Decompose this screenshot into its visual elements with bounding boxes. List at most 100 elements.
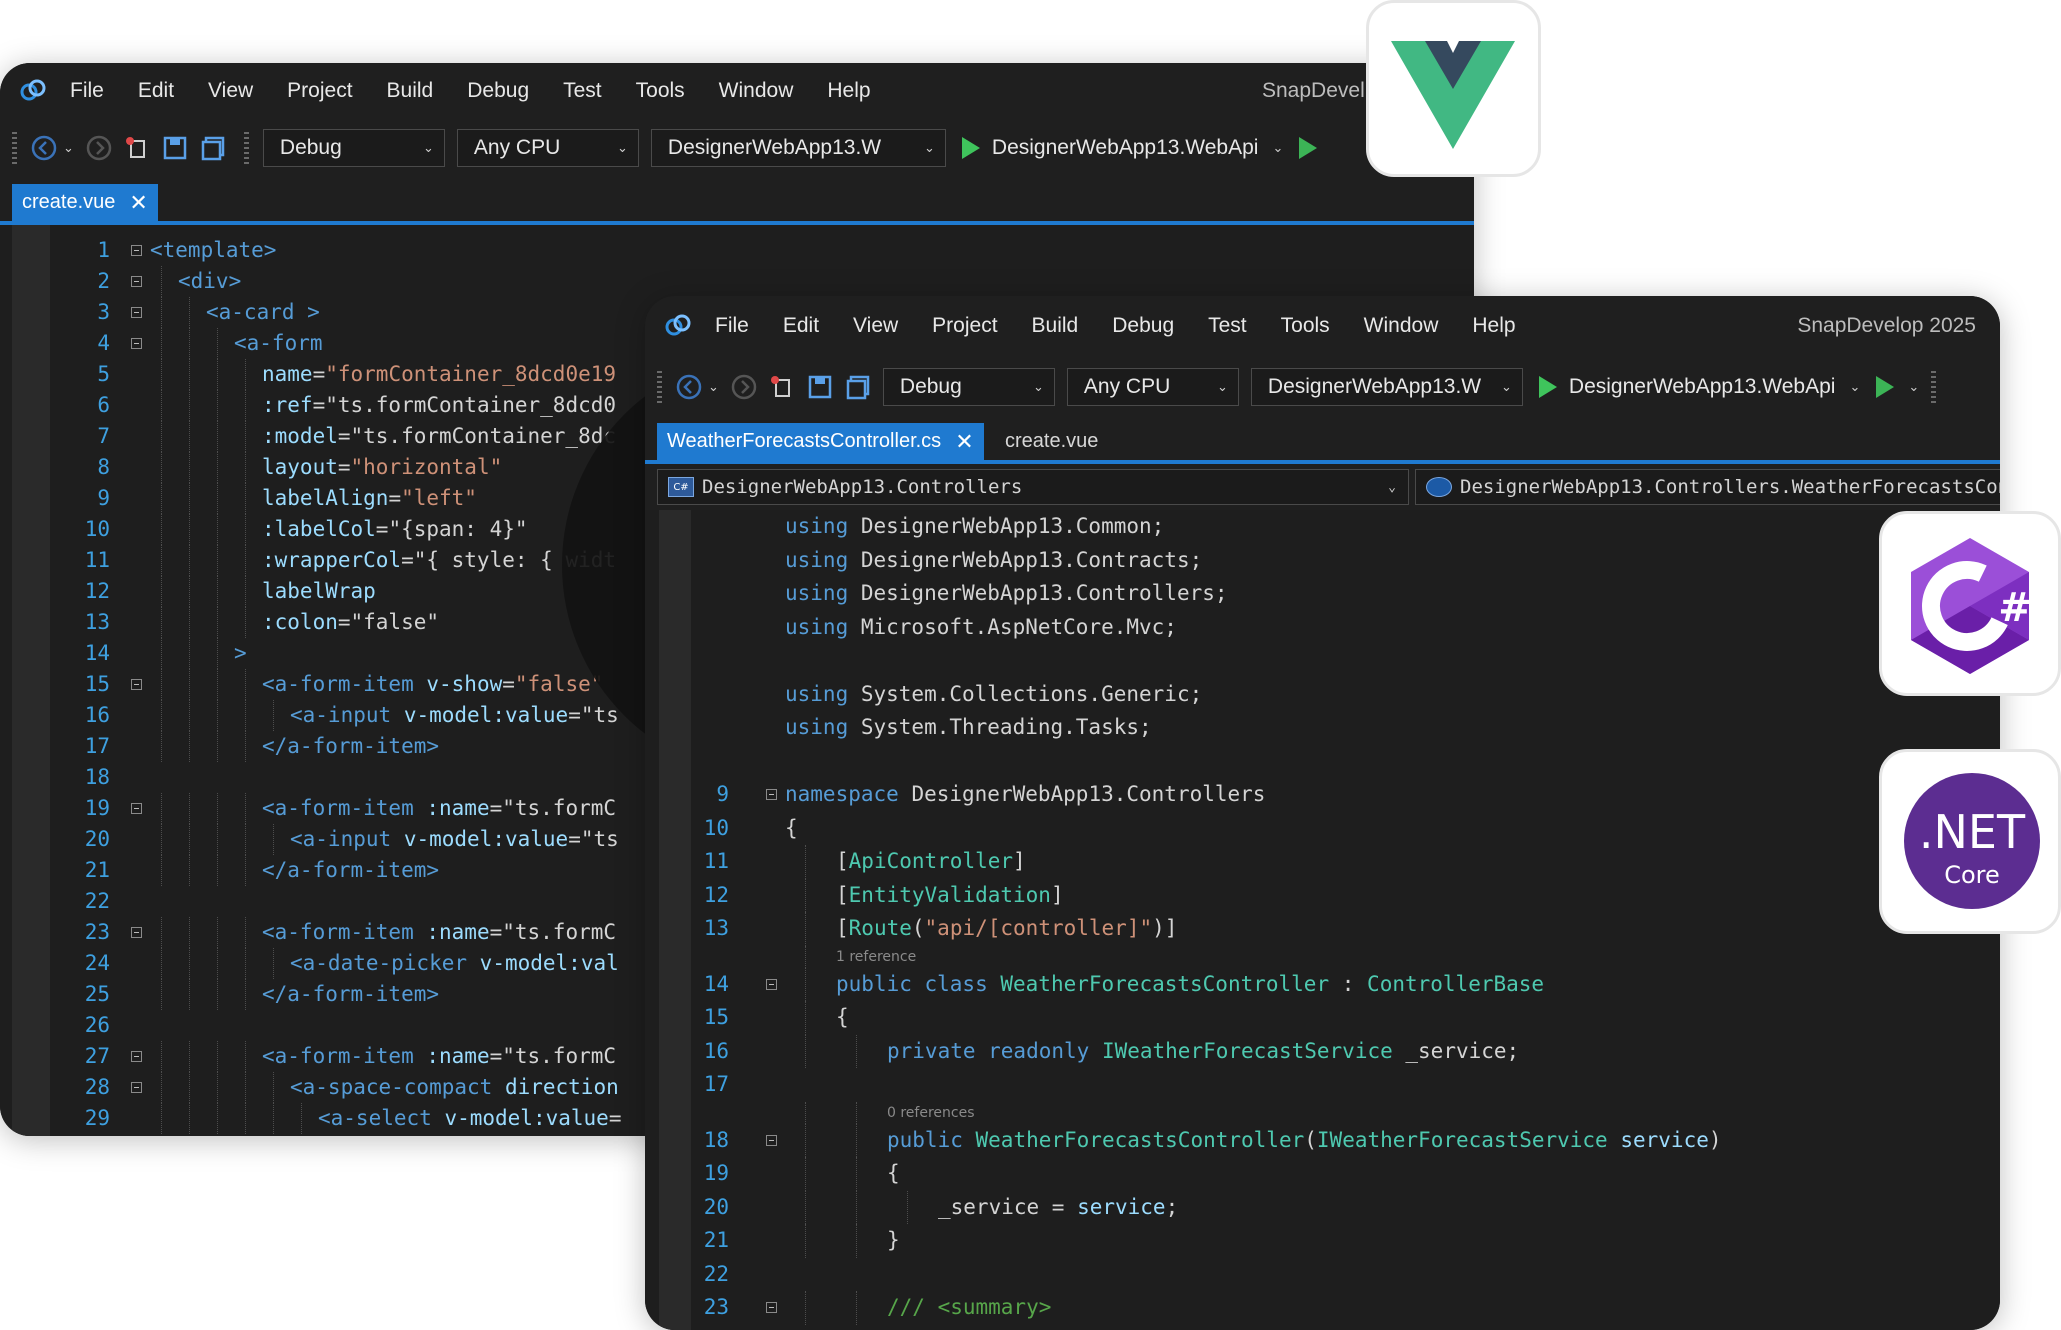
code-token: "horizontal" — [350, 455, 503, 479]
menu-build[interactable]: Build — [1032, 314, 1079, 338]
config-dropdown[interactable]: Debug ⌄ — [262, 129, 445, 167]
code-text: using Microsoft.AspNetCore.Mvc; — [785, 611, 1177, 645]
codelens-hint[interactable]: 1 reference — [645, 945, 2000, 968]
new-item-icon[interactable] — [123, 134, 151, 162]
line-number: 3 — [97, 300, 110, 324]
line-number: 15 — [703, 1005, 729, 1029]
start-debug-icon[interactable] — [1538, 376, 1557, 398]
collapse-toggle-icon[interactable] — [766, 1302, 777, 1314]
menu-tools[interactable]: Tools — [1281, 314, 1330, 338]
line-number: 8 — [97, 455, 110, 479]
save-icon[interactable] — [806, 373, 834, 401]
back-nav-icon[interactable] — [30, 134, 58, 162]
menu-help[interactable]: Help — [827, 79, 870, 103]
tab-create-vue[interactable]: create.vue — [995, 423, 1108, 460]
code-token: <template> — [150, 238, 277, 262]
line-number: 20 — [703, 1194, 729, 1219]
menu-test[interactable]: Test — [563, 79, 602, 103]
chevron-down-icon[interactable]: ⌄ — [63, 140, 74, 156]
menu-debug[interactable]: Debug — [467, 79, 529, 103]
line-number: 18 — [703, 1127, 729, 1152]
collapse-toggle-icon[interactable] — [131, 803, 142, 814]
startup-project-label[interactable]: DesignerWebApp13.WebApi — [992, 136, 1259, 160]
start-debug-icon[interactable] — [961, 137, 980, 159]
code-token: [ — [836, 916, 849, 940]
collapse-toggle-icon[interactable] — [766, 978, 777, 990]
code-token: :model — [262, 424, 338, 448]
toolbar-grip[interactable] — [12, 132, 17, 164]
menu-window[interactable]: Window — [719, 79, 794, 103]
line-number: 10 — [84, 517, 110, 541]
new-item-icon[interactable] — [768, 373, 796, 401]
menu-project[interactable]: Project — [932, 314, 997, 338]
line-number: 21 — [703, 1228, 729, 1252]
collapse-toggle-icon[interactable] — [131, 276, 142, 287]
menu-file[interactable]: File — [715, 314, 749, 338]
menu-file[interactable]: File — [70, 79, 104, 103]
chevron-down-icon[interactable]: ⌄ — [1908, 379, 1919, 395]
toolbar-grip[interactable] — [657, 371, 662, 403]
namespace-dropdown[interactable]: C# DesignerWebApp13.Controllers ⌄ — [657, 469, 1409, 505]
menu-help[interactable]: Help — [1472, 314, 1515, 338]
brand-title: SnapDevelop 2025 — [1797, 314, 1976, 337]
code-token: :name — [426, 1044, 490, 1068]
tab-weather-controller[interactable]: WeatherForecastsController.cs ✕ — [657, 423, 984, 460]
menu-debug[interactable]: Debug — [1112, 314, 1174, 338]
tab-create-vue[interactable]: create.vue ✕ — [12, 184, 158, 221]
indent-guide — [161, 917, 163, 948]
collapse-toggle-icon[interactable] — [766, 1134, 777, 1146]
menu-test[interactable]: Test — [1208, 314, 1247, 338]
menu-project[interactable]: Project — [287, 79, 352, 103]
code-token: ( — [1304, 1127, 1317, 1152]
forward-nav-icon[interactable] — [730, 373, 758, 401]
save-all-icon[interactable] — [199, 134, 227, 162]
code-token: ( — [911, 916, 925, 940]
chevron-down-icon[interactable]: ⌄ — [1849, 379, 1860, 395]
collapse-toggle-icon[interactable] — [131, 679, 142, 690]
platform-dropdown[interactable]: Any CPU ⌄ — [1066, 368, 1239, 406]
toolbar-grip[interactable] — [1931, 371, 1937, 403]
collapse-toggle-icon[interactable] — [131, 927, 142, 938]
type-dropdown[interactable]: DesignerWebApp13.Controllers.WeatherFore… — [1415, 469, 2000, 505]
menu-build[interactable]: Build — [387, 79, 434, 103]
codelens-hint[interactable]: 0 references — [645, 1101, 2000, 1124]
code-text: using DesignerWebApp13.Contracts; — [785, 544, 1202, 578]
project-dropdown[interactable]: DesignerWebApp13.W ⌄ — [1250, 368, 1523, 406]
config-dropdown[interactable]: Debug ⌄ — [882, 368, 1055, 406]
line-number: 23 — [84, 920, 110, 944]
line-number: 5 — [97, 362, 110, 386]
menu-edit[interactable]: Edit — [783, 314, 819, 338]
front-code-editor[interactable]: using DesignerWebApp13.Common; using Desi… — [645, 510, 2000, 1330]
close-icon[interactable]: ✕ — [129, 190, 147, 216]
startup-project-label[interactable]: DesignerWebApp13.WebApi — [1569, 375, 1836, 399]
indent-guide — [189, 669, 191, 700]
collapse-toggle-icon[interactable] — [131, 1082, 142, 1093]
close-icon[interactable]: ✕ — [955, 429, 973, 455]
indent-guide — [189, 731, 191, 762]
collapse-toggle-icon[interactable] — [131, 245, 142, 256]
toolbar-grip[interactable] — [243, 132, 249, 164]
menu-edit[interactable]: Edit — [138, 79, 174, 103]
chevron-down-icon[interactable]: ⌄ — [1272, 140, 1283, 156]
menu-view[interactable]: View — [208, 79, 253, 103]
line-number: 17 — [703, 1072, 729, 1096]
back-nav-icon[interactable] — [675, 373, 703, 401]
menu-window[interactable]: Window — [1364, 314, 1439, 338]
chevron-down-icon[interactable]: ⌄ — [708, 379, 719, 395]
save-all-icon[interactable] — [844, 373, 872, 401]
collapse-toggle-icon[interactable] — [131, 1051, 142, 1062]
indent-guide — [856, 1157, 858, 1191]
indent-guide — [189, 638, 191, 669]
collapse-toggle-icon[interactable] — [131, 338, 142, 349]
menu-tools[interactable]: Tools — [636, 79, 685, 103]
collapse-toggle-icon[interactable] — [766, 789, 777, 801]
forward-nav-icon[interactable] — [85, 134, 113, 162]
indent-guide — [189, 824, 191, 855]
menu-view[interactable]: View — [853, 314, 898, 338]
start-without-debug-icon[interactable] — [1299, 137, 1318, 159]
start-without-debug-icon[interactable] — [1876, 376, 1895, 398]
save-icon[interactable] — [161, 134, 189, 162]
project-dropdown[interactable]: DesignerWebApp13.W ⌄ — [650, 129, 946, 167]
platform-dropdown[interactable]: Any CPU ⌄ — [456, 129, 639, 167]
collapse-toggle-icon[interactable] — [131, 307, 142, 318]
